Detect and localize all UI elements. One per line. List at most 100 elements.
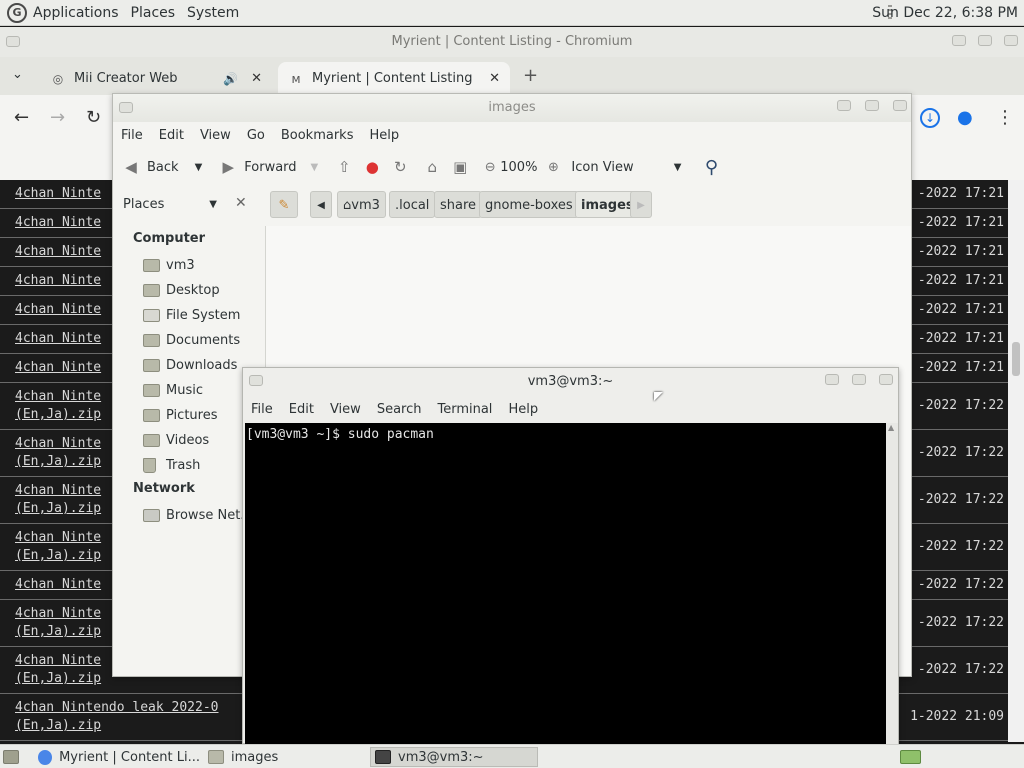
terminal-screen[interactable]: [vm3@vm3 ~]$ sudo pacman	[245, 423, 886, 744]
crumb-local[interactable]: .local	[389, 191, 436, 218]
file-link[interactable]: 4chan Ninte	[15, 273, 101, 288]
file-link[interactable]: 4chan Ninte	[15, 436, 101, 451]
page-scrollbar[interactable]	[1008, 180, 1024, 742]
chevron-left-icon[interactable]: ◀	[310, 191, 332, 218]
reload-icon[interactable]: ↻	[390, 157, 410, 177]
sidebar-item-vm3[interactable]: vm3	[143, 254, 195, 276]
file-manager-titlebar[interactable]: images	[113, 94, 911, 122]
back-arrow-icon[interactable]: ←	[14, 107, 29, 128]
file-link[interactable]: 4chan Ninte	[15, 186, 101, 201]
file-link[interactable]: 4chan Nintendo leak 2022-0	[15, 700, 219, 715]
speaker-icon[interactable]: 🔊	[223, 72, 238, 86]
sidebar-item-downloads[interactable]: Downloads	[143, 354, 237, 376]
scroll-up-icon[interactable]: ▲	[888, 423, 894, 432]
close-window-button[interactable]	[893, 100, 907, 111]
menu-search[interactable]: Search	[369, 402, 430, 417]
kebab-menu-icon[interactable]: ⋮	[996, 107, 1014, 128]
window-menu-button[interactable]	[6, 36, 20, 47]
file-link[interactable]: 4chan Ninte	[15, 389, 101, 404]
applications-menu[interactable]: Applications	[27, 5, 125, 21]
terminal-titlebar[interactable]: vm3@vm3:~	[243, 368, 898, 396]
chromium-titlebar[interactable]: Myrient | Content Listing - Chromium	[0, 27, 1024, 57]
sidebar-item-trash[interactable]: Trash	[143, 454, 200, 476]
menu-edit[interactable]: Edit	[151, 128, 192, 143]
close-window-button[interactable]	[1004, 35, 1018, 46]
task-file-manager[interactable]: images	[204, 747, 364, 767]
menu-help[interactable]: Help	[500, 402, 546, 417]
file-link[interactable]: 4chan Ninte	[15, 653, 101, 668]
chevron-right-icon[interactable]: ▶	[630, 191, 652, 218]
location-edit-icon[interactable]: ✎	[270, 191, 298, 218]
file-link-continued[interactable]: (En,Ja).zip	[15, 548, 101, 563]
terminal-scrollbar[interactable]: ▲	[886, 423, 898, 744]
download-icon[interactable]: ↓	[920, 108, 940, 128]
close-window-button[interactable]	[879, 374, 893, 385]
file-link-continued[interactable]: (En,Ja).zip	[15, 624, 101, 639]
menu-file[interactable]: File	[243, 402, 281, 417]
crumb-vm3[interactable]: ⌂vm3	[337, 191, 386, 218]
chevron-down-icon[interactable]: ▼	[195, 162, 203, 173]
minimize-button[interactable]	[825, 374, 839, 385]
file-link[interactable]: 4chan Ninte	[15, 244, 101, 259]
file-link[interactable]: 4chan Ninte	[15, 360, 101, 375]
tab-myrient[interactable]: ᴍ Myrient | Content Listing ✕	[278, 62, 510, 95]
menu-bookmarks[interactable]: Bookmarks	[273, 128, 362, 143]
show-desktop-button[interactable]	[0, 747, 26, 767]
menu-help[interactable]: Help	[361, 128, 407, 143]
sidebar-item-documents[interactable]: Documents	[143, 329, 240, 351]
menu-file[interactable]: File	[113, 128, 151, 143]
window-menu-button[interactable]	[249, 375, 263, 386]
zoom-out-icon[interactable]: ⊖	[480, 157, 500, 177]
view-mode-combo[interactable]: Icon View ▼	[571, 160, 681, 175]
file-link[interactable]: 4chan Ninte	[15, 483, 101, 498]
back-button[interactable]: ◀ Back ▼	[121, 157, 202, 177]
close-sidebar-icon[interactable]: ✕	[235, 195, 247, 211]
applications-logo-icon[interactable]: G	[7, 2, 27, 23]
sidebar-item-videos[interactable]: Videos	[143, 429, 209, 451]
window-menu-button[interactable]	[119, 102, 133, 113]
minimize-button[interactable]	[952, 35, 966, 46]
chevron-down-icon[interactable]: ▼	[311, 162, 319, 173]
sidebar-item-music[interactable]: Music	[143, 379, 203, 401]
scrollbar-thumb[interactable]	[1012, 342, 1020, 376]
file-link[interactable]: 4chan Ninte	[15, 606, 101, 621]
task-chromium[interactable]: Myrient | Content Li...	[34, 747, 200, 767]
up-icon[interactable]: ⇧	[334, 157, 354, 177]
forward-arrow-icon[interactable]: →	[50, 107, 65, 128]
profile-icon[interactable]: ●	[957, 107, 973, 128]
new-tab-button[interactable]: +	[523, 65, 538, 86]
sidebar-item-browse-network[interactable]: Browse Net...	[143, 504, 253, 526]
sidebar-item-desktop[interactable]: Desktop	[143, 279, 220, 301]
menu-go[interactable]: Go	[239, 128, 273, 143]
file-link[interactable]: 4chan Ninte	[15, 215, 101, 230]
file-link[interactable]: 4chan Ninte	[15, 577, 101, 592]
crumb-gnome-boxes[interactable]: gnome-boxes	[479, 191, 579, 218]
file-link[interactable]: 4chan Ninte	[15, 331, 101, 346]
menu-view[interactable]: View	[192, 128, 239, 143]
file-link[interactable]: 4chan Ninte	[15, 530, 101, 545]
file-link-continued[interactable]: (En,Ja).zip	[15, 718, 101, 733]
sidebar-item-pictures[interactable]: Pictures	[143, 404, 217, 426]
tab-search-chevron-icon[interactable]: ⌄	[12, 67, 23, 82]
clock[interactable]: Sun Dec 22, 6:38 PM	[872, 0, 1018, 26]
home-folder-icon[interactable]: ⌂	[422, 157, 442, 177]
system-menu[interactable]: System	[181, 5, 245, 21]
minimize-button[interactable]	[837, 100, 851, 111]
places-combo[interactable]: Places ▼	[117, 192, 221, 218]
zoom-in-icon[interactable]: ⊕	[543, 157, 563, 177]
menu-terminal[interactable]: Terminal	[429, 402, 500, 417]
stop-icon[interactable]: ●	[362, 157, 382, 177]
file-link[interactable]: 4chan Ninte	[15, 302, 101, 317]
task-terminal[interactable]: vm3@vm3:~	[370, 747, 538, 767]
sidebar-item-file-system[interactable]: File System	[143, 304, 240, 326]
forward-button[interactable]: ▶ Forward ▼	[218, 157, 318, 177]
computer-icon[interactable]: ▣	[450, 157, 470, 177]
menu-view[interactable]: View	[322, 402, 369, 417]
menu-edit[interactable]: Edit	[281, 402, 322, 417]
crumb-share[interactable]: share	[434, 191, 483, 218]
reload-icon[interactable]: ↻	[86, 107, 101, 128]
tab-mii-creator[interactable]: ◎ Mii Creator Web 🔊 ✕	[40, 62, 272, 95]
search-icon[interactable]: ⚲	[701, 157, 721, 178]
close-icon[interactable]: ✕	[489, 71, 500, 86]
maximize-button[interactable]	[852, 374, 866, 385]
